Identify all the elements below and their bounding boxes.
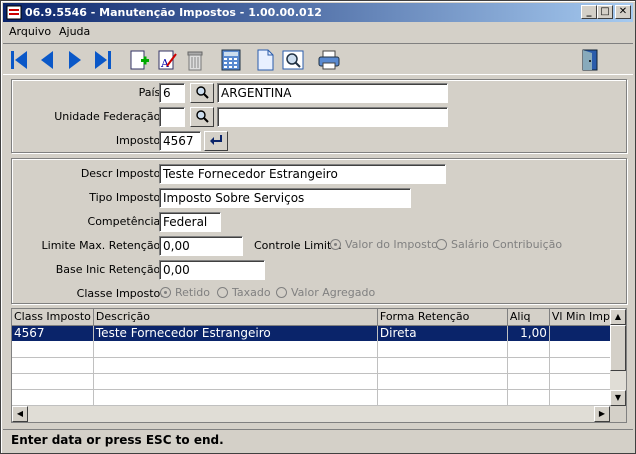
- last-icon: [95, 51, 111, 69]
- search-icon: [196, 110, 209, 123]
- table-row[interactable]: [12, 389, 624, 406]
- descr-input[interactable]: Teste Fornecedor Estrangeiro: [159, 164, 446, 184]
- table-row[interactable]: [12, 341, 624, 358]
- calculator-icon: [221, 49, 241, 71]
- controle-option-salario[interactable]: Salário Contribuição: [436, 238, 562, 251]
- next-record-button[interactable]: [63, 48, 87, 72]
- uf-search-button[interactable]: [190, 107, 214, 127]
- radio-icon: [217, 287, 228, 298]
- table-row[interactable]: [12, 373, 624, 390]
- radio-icon: [276, 287, 287, 298]
- table-row[interactable]: 4567 Teste Fornecedor Estrangeiro Direta…: [12, 324, 624, 342]
- imposto-input[interactable]: 4567: [159, 131, 201, 151]
- scroll-right-icon[interactable]: ▶: [594, 406, 610, 422]
- calculator-button[interactable]: [219, 48, 243, 72]
- first-icon: [11, 51, 27, 69]
- radio-selected-icon: [160, 287, 171, 298]
- prev-icon: [41, 51, 53, 69]
- cell-class-imposto: 4567: [12, 324, 94, 342]
- zoom-button[interactable]: [281, 48, 305, 72]
- new-document-button[interactable]: [253, 48, 277, 72]
- prev-record-button[interactable]: [35, 48, 59, 72]
- zoom-icon: [282, 50, 304, 70]
- grid-vertical-scrollbar[interactable]: ▲ ▼: [610, 309, 626, 406]
- grid-horizontal-scrollbar[interactable]: ◀ ▶: [12, 406, 610, 422]
- uf-label: Unidade Federação:: [54, 110, 164, 123]
- controle-label: Controle Limite:: [254, 239, 342, 252]
- descr-label: Descr Imposto:: [80, 167, 164, 180]
- radio-selected-icon: [330, 239, 341, 250]
- classe-label: Classe Imposto:: [76, 287, 164, 300]
- controle-option-valor-imposto[interactable]: Valor do Imposto: [330, 238, 438, 251]
- impostos-grid[interactable]: Class Imposto Descrição Forma Retenção A…: [11, 308, 627, 423]
- window-title: 06.9.5546 - Manutenção Impostos - 1.00.0…: [25, 6, 322, 19]
- imposto-label: Imposto:: [115, 134, 164, 147]
- pais-name-field: ARGENTINA: [217, 83, 448, 103]
- competencia-input[interactable]: Federal: [159, 212, 221, 232]
- title-bar[interactable]: 06.9.5546 - Manutenção Impostos - 1.00.0…: [3, 3, 633, 22]
- main-window: 06.9.5546 - Manutenção Impostos - 1.00.0…: [0, 0, 636, 454]
- uf-code-input[interactable]: [159, 107, 185, 127]
- menu-bar: Arquivo Ajuda: [3, 23, 633, 41]
- scroll-up-icon[interactable]: ▲: [610, 309, 626, 325]
- column-header-descricao[interactable]: Descrição: [93, 309, 378, 326]
- tipo-label: Tipo Imposto:: [89, 191, 164, 204]
- scroll-thumb[interactable]: [610, 325, 626, 371]
- imposto-confirm-button[interactable]: [204, 131, 228, 151]
- trash-icon: [187, 51, 203, 71]
- details-panel: Descr Imposto: Teste Fornecedor Estrange…: [11, 158, 627, 304]
- base-input[interactable]: 0,00: [159, 260, 265, 280]
- cell-aliq: 1,00: [507, 324, 550, 342]
- cell-descricao: Teste Fornecedor Estrangeiro: [93, 324, 378, 342]
- print-button[interactable]: [317, 48, 341, 72]
- header-panel: País: 6 ARGENTINA Unidade Federação: Imp…: [11, 79, 627, 153]
- pais-code-input[interactable]: 6: [159, 83, 185, 103]
- add-icon: [130, 50, 149, 70]
- radio-icon: [436, 239, 447, 250]
- limite-label: Limite Max. Retenção:: [41, 239, 164, 252]
- table-row[interactable]: [12, 357, 624, 374]
- minimize-button[interactable]: _: [581, 5, 597, 19]
- classe-option-taxado[interactable]: Taxado: [217, 286, 271, 299]
- column-header-class-imposto[interactable]: Class Imposto: [12, 309, 94, 326]
- menu-ajuda[interactable]: Ajuda: [59, 25, 90, 38]
- cell-forma-retencao: Direta: [377, 324, 508, 342]
- exit-door-icon: [582, 49, 598, 71]
- uf-name-field: [217, 107, 448, 127]
- edit-icon: A: [158, 50, 177, 70]
- add-record-button[interactable]: [127, 48, 151, 72]
- classe-option-retido[interactable]: Retido: [160, 286, 210, 299]
- edit-record-button[interactable]: A: [155, 48, 179, 72]
- toolbar: A: [3, 43, 633, 75]
- grid-header-row: Class Imposto Descrição Forma Retenção A…: [12, 309, 624, 326]
- close-button[interactable]: ✕: [615, 5, 631, 19]
- scroll-corner: [610, 406, 626, 422]
- search-icon: [196, 86, 209, 99]
- competencia-label: Competência:: [87, 215, 164, 228]
- column-header-aliq[interactable]: Aliq: [507, 309, 550, 326]
- tipo-input[interactable]: Imposto Sobre Serviços: [159, 188, 411, 208]
- app-icon: [6, 5, 22, 20]
- first-record-button[interactable]: [7, 48, 31, 72]
- delete-record-button[interactable]: [183, 48, 207, 72]
- column-header-forma-retencao[interactable]: Forma Retenção: [377, 309, 508, 326]
- pais-search-button[interactable]: [190, 83, 214, 103]
- base-label: Base Inic Retenção:: [55, 263, 164, 276]
- last-record-button[interactable]: [91, 48, 115, 72]
- printer-icon: [318, 50, 340, 70]
- document-icon: [257, 49, 274, 71]
- next-icon: [69, 51, 81, 69]
- status-bar: Enter data or press ESC to end.: [3, 429, 633, 451]
- menu-arquivo[interactable]: Arquivo: [9, 25, 51, 38]
- limite-input[interactable]: 0,00: [159, 236, 243, 256]
- maximize-button[interactable]: □: [597, 5, 613, 19]
- exit-button[interactable]: [579, 48, 603, 72]
- classe-option-valor-agregado[interactable]: Valor Agregado: [276, 286, 375, 299]
- scroll-left-icon[interactable]: ◀: [12, 406, 28, 422]
- enter-icon: [210, 135, 222, 145]
- grid-table: Class Imposto Descrição Forma Retenção A…: [12, 309, 624, 406]
- scroll-down-icon[interactable]: ▼: [610, 390, 626, 406]
